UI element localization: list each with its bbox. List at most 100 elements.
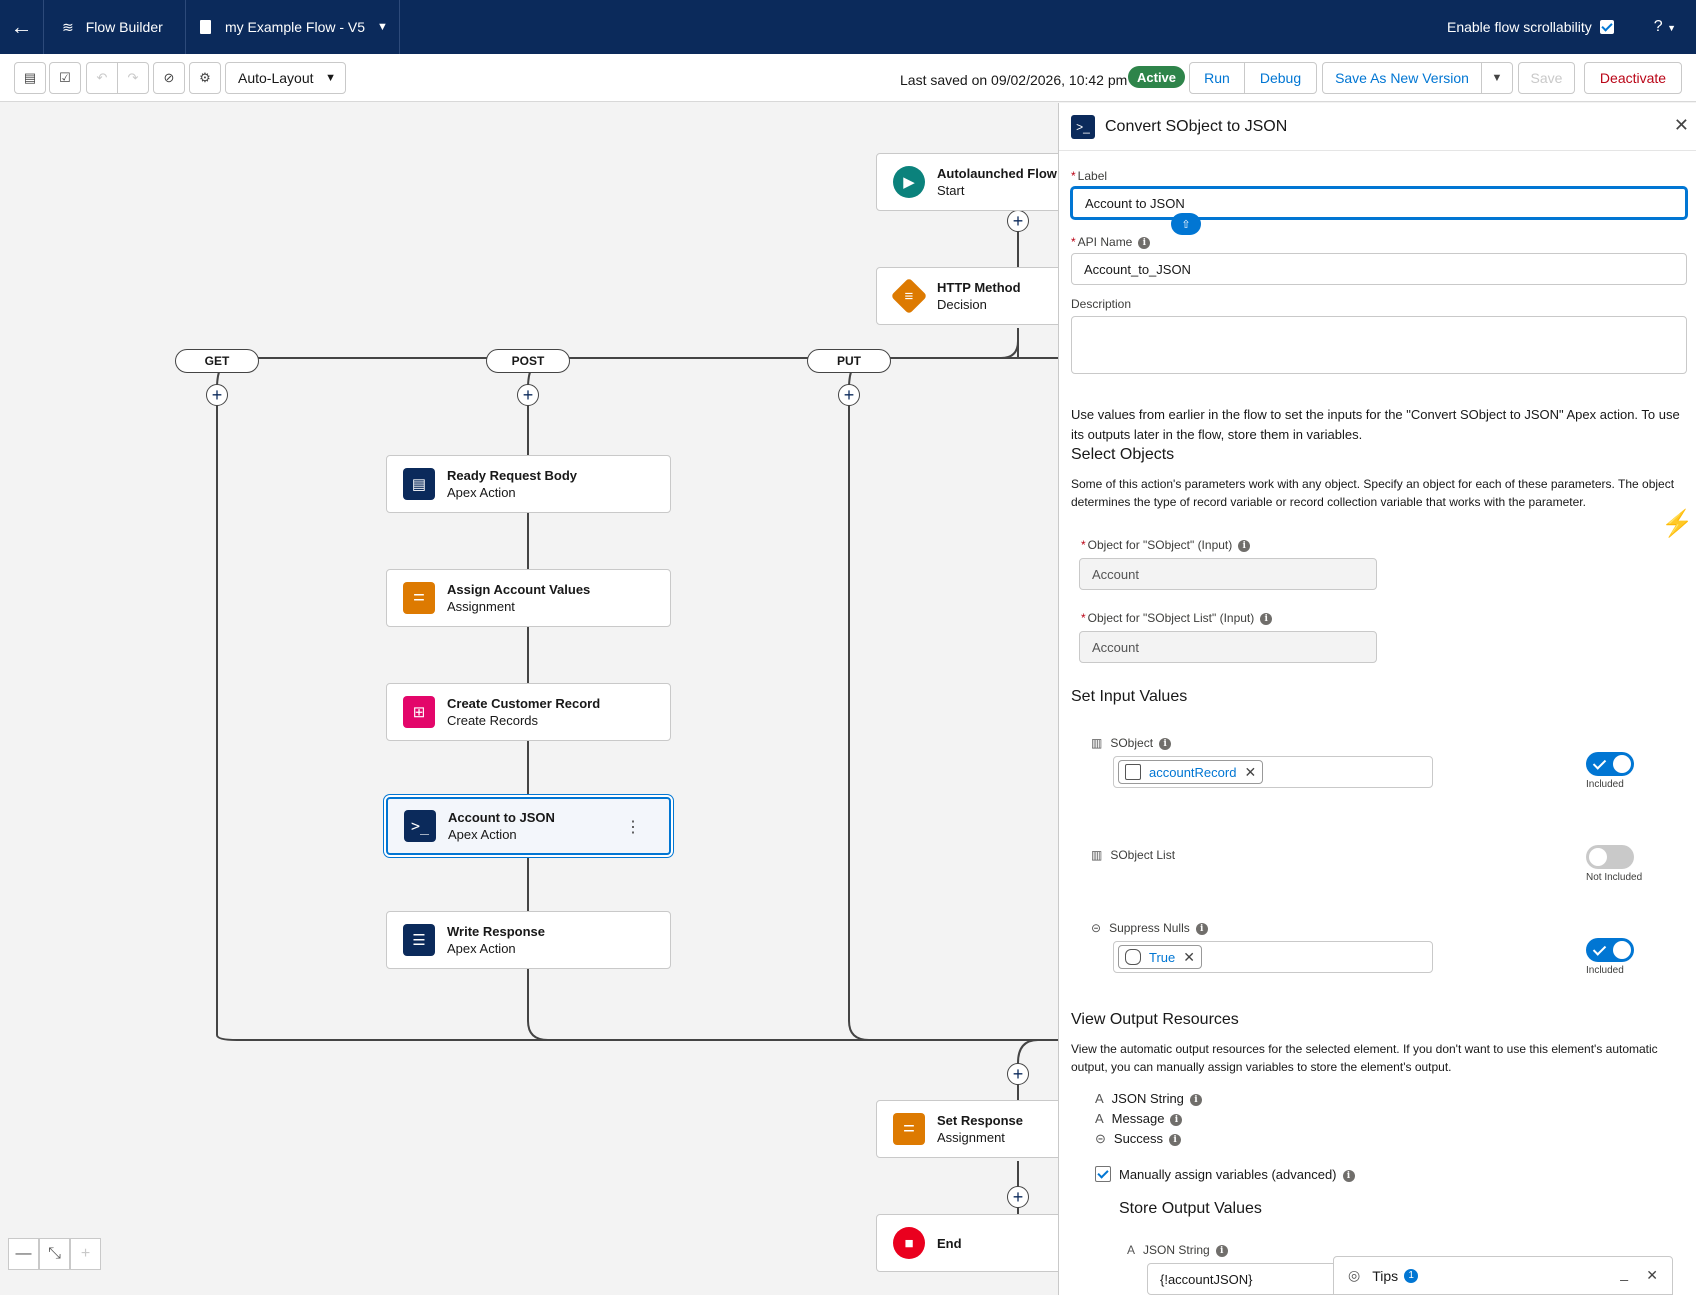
- close-icon[interactable]: ✕: [1646, 1267, 1658, 1284]
- node-start[interactable]: ▶ Autolaunched Flow Start: [876, 153, 1058, 211]
- minimize-icon[interactable]: _: [1620, 1265, 1628, 1281]
- label-field-label: * Label: [1071, 169, 1108, 183]
- add-element-button[interactable]: +: [517, 384, 539, 406]
- flow-icon: ≋: [62, 18, 74, 35]
- branch-put[interactable]: PUT: [807, 349, 891, 373]
- more-actions-icon[interactable]: ⋮: [625, 817, 641, 837]
- copilot-icon[interactable]: ⇧: [1171, 213, 1201, 235]
- toggle-sidebar-button[interactable]: ▤: [14, 62, 46, 94]
- play-icon: ▶: [893, 166, 925, 198]
- input-suppress-nulls-label: ⊝ Suppress Nulls i: [1091, 921, 1208, 935]
- minus-icon: —: [15, 1245, 32, 1262]
- close-icon[interactable]: ✕: [1674, 115, 1689, 136]
- record-icon: ▥: [1091, 736, 1103, 750]
- plus-icon: +: [80, 1245, 91, 1262]
- object-sobject-list-input[interactable]: Account: [1079, 631, 1377, 663]
- remove-icon[interactable]: ✕: [1183, 949, 1195, 966]
- settings-button[interactable]: ⚙: [189, 62, 221, 94]
- check-errors-button[interactable]: ☑: [49, 62, 81, 94]
- add-element-button[interactable]: +: [1007, 210, 1029, 232]
- description-textarea[interactable]: [1071, 316, 1687, 374]
- output-json-string: A JSON String i: [1095, 1091, 1202, 1106]
- node-assign-account-values[interactable]: = Assign Account Values Assignment: [386, 569, 671, 627]
- boolean-icon: ⊝: [1095, 1131, 1106, 1146]
- node-end[interactable]: ■ End: [876, 1214, 1058, 1272]
- save-as-new-version-button[interactable]: Save As New Version: [1322, 62, 1482, 94]
- zoom-out-button[interactable]: —: [8, 1238, 39, 1270]
- toolbar: ▤ ☑ ↶ ↷ ⊘ ⚙ Auto-Layout ▼ Last saved on 0…: [0, 54, 1696, 102]
- input-sobject-field[interactable]: accountRecord ✕: [1113, 756, 1433, 788]
- included-toggle[interactable]: [1586, 845, 1634, 869]
- scrollability-checkbox[interactable]: [1599, 20, 1614, 34]
- add-element-button[interactable]: +: [1007, 1063, 1029, 1085]
- apex-action-icon: ▤: [403, 468, 435, 500]
- api-name-input[interactable]: Account_to_JSON: [1071, 253, 1687, 285]
- node-decision[interactable]: ≡ HTTP Method Decision: [876, 267, 1058, 325]
- node-set-response[interactable]: = Set Response Assignment: [876, 1100, 1058, 1158]
- redo-button[interactable]: ↷: [117, 62, 149, 94]
- zoom-in-button[interactable]: +: [70, 1238, 101, 1270]
- fit-view-button[interactable]: ⤡: [39, 1238, 70, 1270]
- api-name-label: * API Name i: [1071, 235, 1151, 249]
- contract-icon: ⤡: [48, 1245, 61, 1262]
- tips-panel[interactable]: ◎ Tips 1 _ ✕: [1333, 1256, 1673, 1295]
- boolean-icon: ⊝: [1091, 921, 1102, 935]
- add-element-button[interactable]: +: [838, 384, 860, 406]
- record-icon: ▥: [1091, 848, 1103, 862]
- flow-version-menu[interactable]: my Example Flow - V5 ▼: [186, 0, 400, 54]
- redo-icon: ↷: [127, 70, 139, 85]
- run-button[interactable]: Run: [1189, 62, 1245, 94]
- node-write-response[interactable]: ☰ Write Response Apex Action: [386, 911, 671, 969]
- tips-count-badge: 1: [1404, 1268, 1419, 1283]
- manual-assign-checkbox[interactable]: [1095, 1166, 1111, 1182]
- cancel-button[interactable]: ⊘: [153, 62, 185, 94]
- panel-header: >_ Convert SObject to JSON ✕: [1059, 103, 1696, 151]
- node-account-to-json[interactable]: >_ Account to JSON Apex Action ⋮: [386, 797, 671, 855]
- branch-post[interactable]: POST: [486, 349, 570, 373]
- resource-pill[interactable]: accountRecord ✕: [1118, 760, 1264, 784]
- object-sobject-list-label: * Object for "SObject List" (Input) i: [1081, 611, 1273, 625]
- flow-builder-app: ← ≋ Flow Builder my Example Flow - V5 ▼ En…: [0, 0, 1696, 1295]
- app-title: ≋ Flow Builder: [44, 0, 186, 54]
- status-badge: Active: [1128, 66, 1186, 88]
- input-suppress-nulls-field[interactable]: True ✕: [1113, 941, 1433, 973]
- flow-name: my Example Flow - V5: [225, 19, 366, 35]
- manual-assign-label: Manually assign variables (advanced) i: [1119, 1167, 1355, 1182]
- assignment-icon: =: [893, 1113, 925, 1145]
- description-label: Description: [1071, 297, 1132, 311]
- deactivate-button[interactable]: Deactivate: [1584, 62, 1682, 94]
- branch-get[interactable]: GET: [175, 349, 259, 373]
- add-element-button[interactable]: +: [206, 384, 228, 406]
- scrollability-label: Enable flow scrollability: [1446, 19, 1592, 35]
- layout-select[interactable]: Auto-Layout ▼: [225, 62, 346, 94]
- node-ready-request-body[interactable]: ▤ Ready Request Body Apex Action: [386, 455, 671, 513]
- document-icon: [200, 20, 211, 34]
- sidebar-icon: ▤: [23, 70, 37, 85]
- decision-icon: ≡: [890, 277, 928, 315]
- label-input[interactable]: Account to JSON: [1071, 187, 1687, 219]
- node-create-customer-record[interactable]: ⊞ Create Customer Record Create Records: [386, 683, 671, 741]
- back-button[interactable]: ←: [0, 0, 44, 54]
- set-input-values-heading: Set Input Values: [1071, 688, 1188, 705]
- stop-icon: ■: [893, 1227, 925, 1259]
- save-button[interactable]: Save: [1518, 62, 1575, 94]
- remove-icon[interactable]: ✕: [1244, 764, 1256, 781]
- debug-button[interactable]: Debug: [1244, 62, 1317, 94]
- view-output-resources-heading: View Output Resources: [1071, 1011, 1239, 1028]
- lightning-icon: ⚡: [1661, 508, 1694, 538]
- save-menu-button[interactable]: ▼: [1481, 62, 1513, 94]
- help-menu[interactable]: ? ▼: [1654, 18, 1676, 36]
- included-toggle[interactable]: [1586, 938, 1634, 962]
- resource-pill[interactable]: True ✕: [1118, 945, 1202, 969]
- add-element-button[interactable]: +: [1007, 1186, 1029, 1208]
- object-sobject-input[interactable]: Account: [1079, 558, 1377, 590]
- undo-button[interactable]: ↶: [86, 62, 118, 94]
- undo-icon: ↶: [96, 70, 108, 85]
- toggle-state-label: Included: [1586, 779, 1624, 790]
- text-icon: A: [1095, 1091, 1104, 1106]
- caret-down-icon: ▼: [1491, 72, 1503, 84]
- flow-canvas[interactable]: GET POST PUT + + + + + + + + + + + ▶ Aut…: [0, 103, 1058, 1295]
- output-success: ⊝ Success i: [1095, 1131, 1182, 1147]
- toggle-state-label: Included: [1586, 965, 1624, 976]
- included-toggle[interactable]: [1586, 752, 1634, 776]
